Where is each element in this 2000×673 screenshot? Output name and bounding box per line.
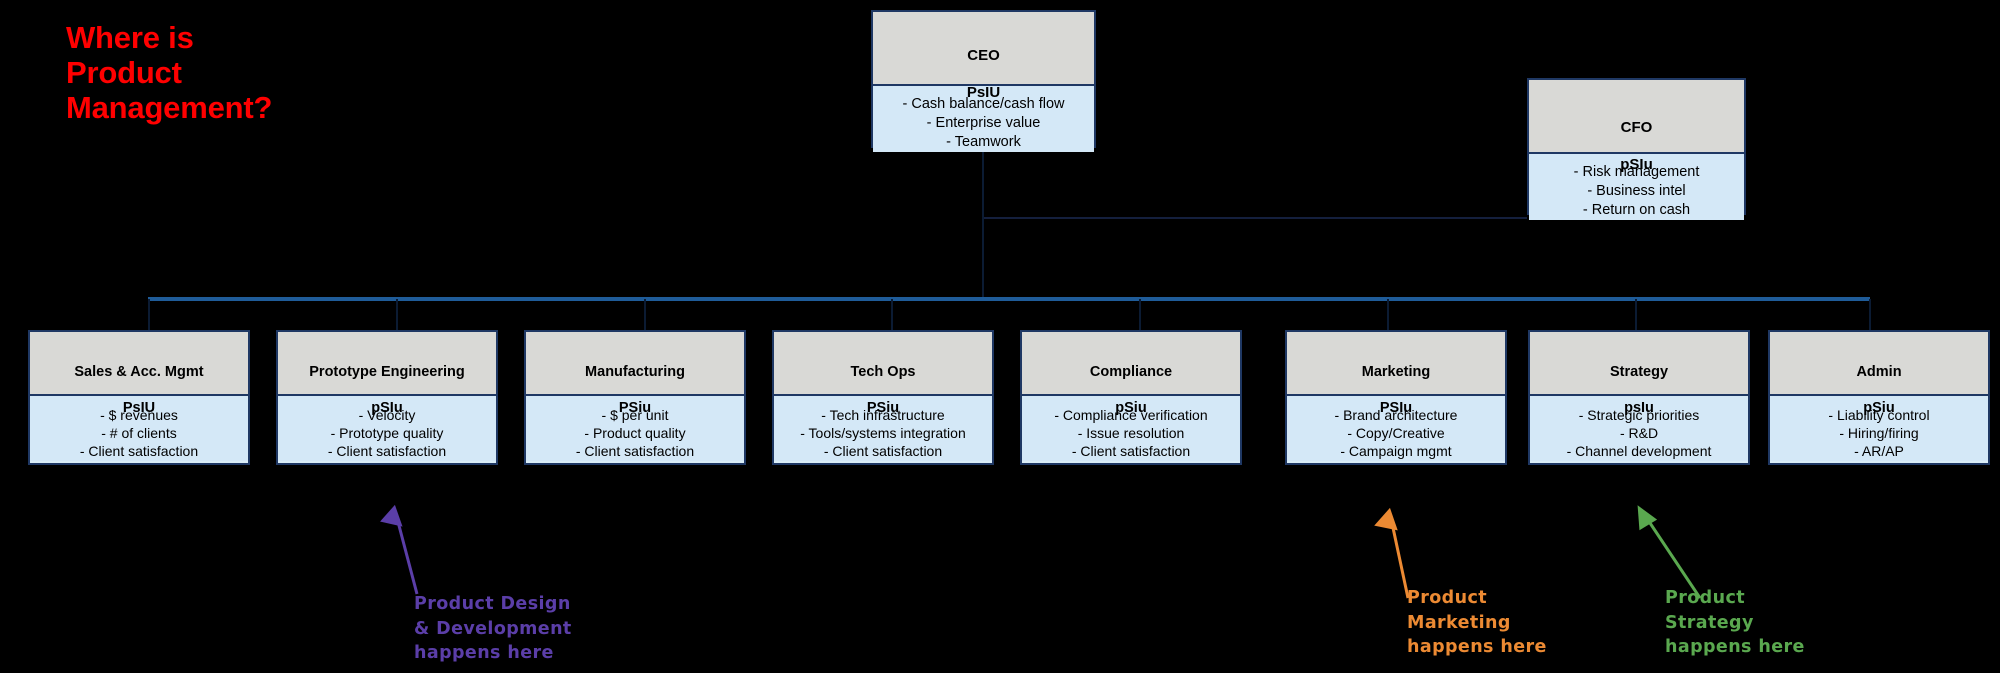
annotation-arrow-purple <box>380 504 1702 599</box>
diagram-canvas: Where is Product Management? CEO PsIU - … <box>0 0 2000 673</box>
annotation-product-design-development: Product Design & Development happens her… <box>414 594 572 663</box>
annotation-product-marketing: Product Marketing happens here <box>1407 588 1547 657</box>
annotation-product-strategy: Product Strategy happens here <box>1665 588 1805 657</box>
